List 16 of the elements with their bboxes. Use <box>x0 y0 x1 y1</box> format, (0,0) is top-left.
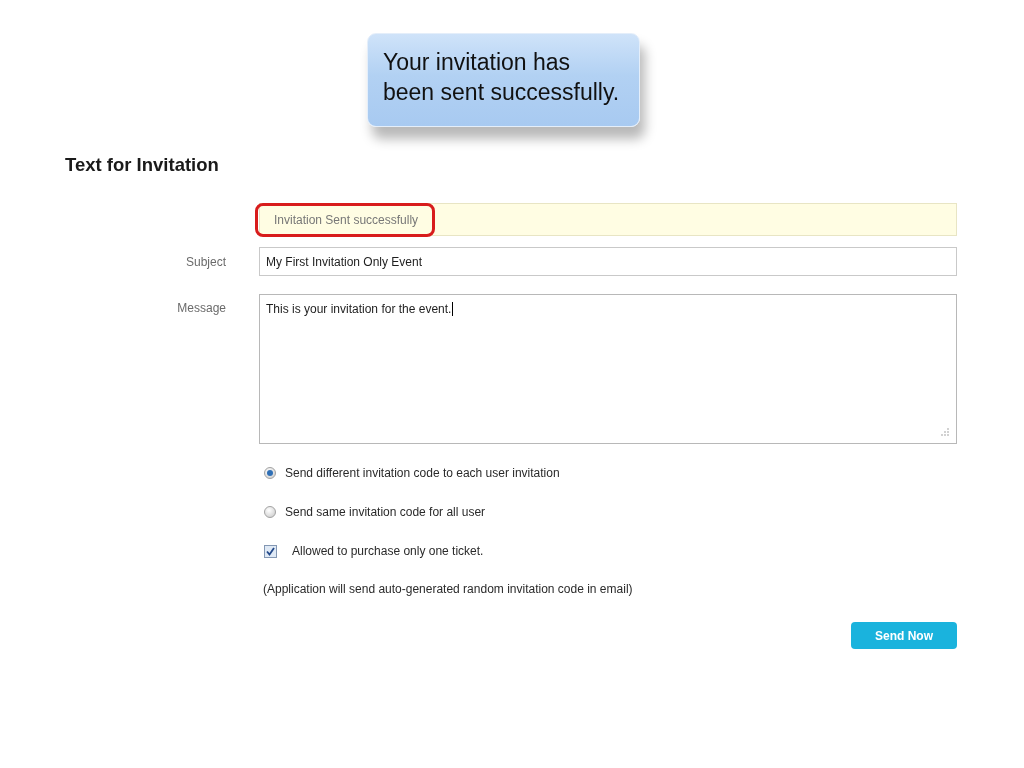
notice-text: Invitation Sent successfully <box>255 202 436 237</box>
text-input[interactable]: My First Invitation Only Event <box>259 247 957 276</box>
field-label: Subject <box>185 254 226 269</box>
text-cursor-icon <box>452 302 454 316</box>
option-label: Send same invitation code for all user <box>285 505 486 519</box>
radio-button[interactable] <box>264 506 276 518</box>
resize-grip-icon[interactable] <box>941 428 949 436</box>
option-label: Allowed to purchase only one ticket. <box>292 544 484 558</box>
field-label: Message <box>177 301 226 315</box>
checkbox[interactable] <box>264 544 277 558</box>
option-label: Send different invitation code to each user invitation <box>285 466 560 480</box>
success-callout: Your invitation has been sent successfully. <box>367 33 640 127</box>
section-heading: Text for Invitation <box>65 154 219 176</box>
radio-button[interactable] <box>264 467 276 479</box>
note-text: (Application will send auto-generated random invitation code in email) <box>262 581 633 598</box>
message-textarea[interactable]: This is your invitation for the event. <box>259 294 957 444</box>
